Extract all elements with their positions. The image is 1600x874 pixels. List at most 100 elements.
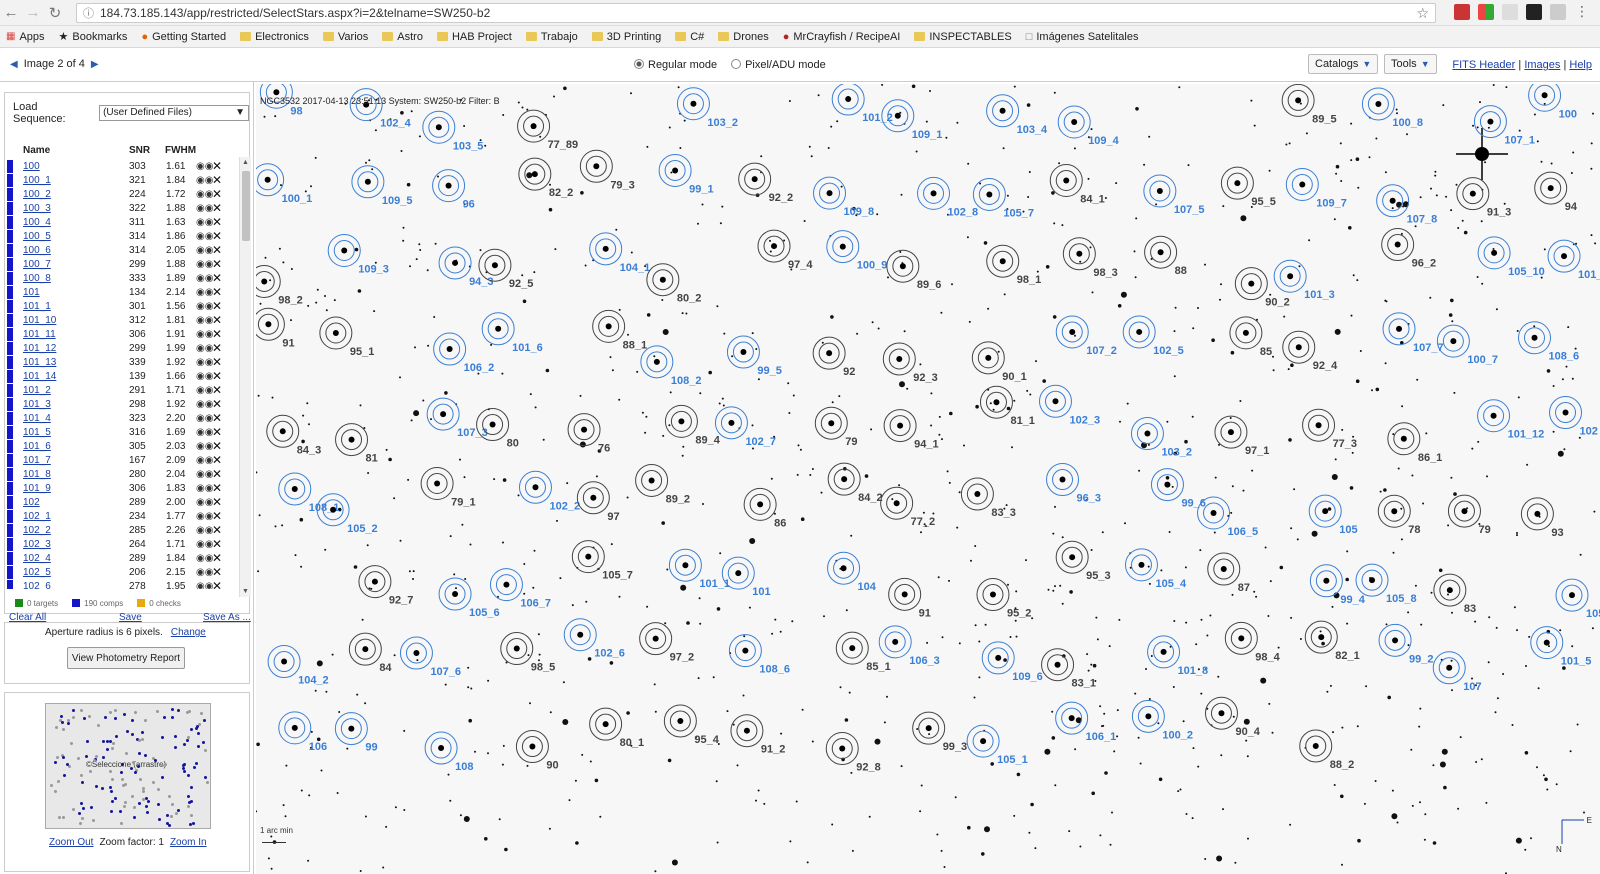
star-name-link[interactable]: 101_12 — [23, 343, 56, 354]
check-star-marker[interactable]: 90_4 — [1204, 696, 1261, 738]
binoculars-icon[interactable]: ◉◉ — [196, 231, 213, 242]
view-photometry-report-button[interactable]: View Photometry Report — [67, 647, 185, 669]
star-list-scrollbar[interactable]: ▲ ▼ — [239, 157, 251, 597]
comp-star-marker[interactable]: 105_4 — [1124, 548, 1187, 590]
star-name-link[interactable]: 101_2 — [23, 385, 51, 396]
star-name-link[interactable]: 100_4 — [23, 217, 51, 228]
check-star-marker[interactable]: 77_89 — [517, 109, 579, 151]
comp-star-marker[interactable]: 104 — [827, 551, 877, 593]
star-name-link[interactable]: 101_9 — [23, 483, 51, 494]
comp-star-marker[interactable]: 107_5 — [1143, 174, 1205, 216]
remove-star-icon[interactable]: ✕ — [212, 509, 222, 523]
comp-star-marker[interactable]: 99 — [334, 712, 378, 754]
comp-star-marker[interactable]: 102_4 — [349, 88, 412, 130]
check-star-marker[interactable]: 79_1 — [420, 466, 476, 508]
star-name-link[interactable]: 100_3 — [23, 203, 51, 214]
comp-star-marker[interactable]: 102_7 — [714, 406, 776, 448]
forward-icon[interactable]: → — [22, 2, 44, 24]
check-star-marker[interactable]: 88 — [1144, 235, 1187, 277]
star-name-link[interactable]: 100_5 — [23, 231, 51, 242]
binoculars-icon[interactable]: ◉◉ — [196, 427, 213, 438]
check-star-marker[interactable]: 82_1 — [1304, 620, 1360, 662]
bookmark-astro[interactable]: Astro — [382, 31, 423, 43]
remove-star-icon[interactable]: ✕ — [212, 271, 222, 285]
binoculars-icon[interactable]: ◉◉ — [196, 441, 213, 452]
check-star-marker[interactable]: 98_2 — [256, 264, 303, 306]
remove-star-icon[interactable]: ✕ — [212, 187, 222, 201]
zoom-out-link[interactable]: Zoom Out — [49, 837, 93, 848]
remove-star-icon[interactable]: ✕ — [212, 565, 222, 579]
comp-star-marker[interactable]: 106_7 — [489, 568, 551, 610]
star-name-link[interactable]: 102_4 — [23, 553, 51, 564]
remove-star-icon[interactable]: ✕ — [212, 453, 222, 467]
comp-star-marker[interactable]: 101_2 — [831, 84, 893, 124]
extension-amazon-icon[interactable] — [1526, 4, 1542, 20]
binoculars-icon[interactable]: ◉◉ — [196, 175, 213, 186]
check-star-marker[interactable]: 94_1 — [883, 409, 939, 451]
bookmark-hab-project[interactable]: HAB Project — [436, 31, 512, 43]
remove-star-icon[interactable]: ✕ — [212, 579, 222, 589]
binoculars-icon[interactable]: ◉◉ — [196, 315, 213, 326]
comp-star-marker[interactable]: 106_2 — [433, 332, 495, 374]
back-icon[interactable]: ← — [0, 2, 22, 24]
finder-chart-map[interactable]: ©Seleccione (arrastre) — [45, 703, 211, 829]
check-star-marker[interactable]: 97_1 — [1214, 415, 1269, 457]
extension-page-icon[interactable] — [1502, 4, 1518, 20]
star-name-link[interactable]: 101_1 — [23, 301, 51, 312]
comp-star-marker[interactable]: 101_5 — [1530, 626, 1592, 668]
star-name-link[interactable]: 102_2 — [23, 525, 51, 536]
check-star-marker[interactable]: 89_6 — [886, 249, 941, 291]
binoculars-icon[interactable]: ◉◉ — [196, 567, 213, 578]
comp-star-marker[interactable]: 105_10 — [1477, 236, 1545, 278]
check-star-marker[interactable]: 77_2 — [880, 486, 935, 528]
star-name-link[interactable]: 102_3 — [23, 539, 51, 550]
bookmark-varios[interactable]: Varios — [322, 31, 368, 43]
remove-star-icon[interactable]: ✕ — [212, 341, 222, 355]
binoculars-icon[interactable]: ◉◉ — [196, 581, 213, 590]
comp-star-marker[interactable]: 101_8 — [1147, 635, 1209, 677]
comp-star-marker[interactable]: 100_8 — [1361, 87, 1423, 129]
check-star-marker[interactable]: 83_1 — [1041, 648, 1096, 690]
check-star-marker[interactable]: 92_3 — [882, 342, 938, 384]
check-star-marker[interactable]: 97_4 — [757, 229, 813, 271]
binoculars-icon[interactable]: ◉◉ — [196, 343, 213, 354]
bookmark-bookmarks[interactable]: ★ Bookmarks — [59, 30, 128, 44]
prev-image-icon[interactable]: ◀ — [10, 59, 18, 70]
comp-star-marker[interactable]: 101_3 — [1273, 259, 1335, 301]
remove-star-icon[interactable]: ✕ — [212, 229, 222, 243]
comp-star-marker[interactable]: 106_5 — [1197, 496, 1259, 538]
check-star-marker[interactable]: 86 — [743, 487, 786, 529]
check-star-marker[interactable]: 84 — [348, 632, 392, 674]
binoculars-icon[interactable]: ◉◉ — [196, 203, 213, 214]
address-bar[interactable]: ⓘ 184.73.185.143/app/restricted/SelectSt… — [76, 3, 1436, 23]
check-star-marker[interactable]: 82_2 — [518, 157, 573, 199]
check-star-marker[interactable]: 97_2 — [639, 622, 694, 664]
check-star-marker[interactable]: 89_4 — [664, 404, 721, 446]
star-name-link[interactable]: 101_11 — [23, 329, 56, 340]
comp-star-marker[interactable]: 109_3 — [327, 233, 389, 275]
binoculars-icon[interactable]: ◉◉ — [196, 385, 213, 396]
check-star-marker[interactable]: 79 — [814, 406, 858, 448]
binoculars-icon[interactable]: ◉◉ — [196, 469, 213, 480]
comp-star-marker[interactable]: 108_1 — [278, 472, 340, 514]
check-star-marker[interactable]: 90 — [515, 730, 559, 772]
info-icon[interactable]: ⓘ — [83, 5, 94, 21]
binoculars-icon[interactable]: ◉◉ — [196, 259, 213, 270]
check-star-marker[interactable]: 91_2 — [730, 714, 785, 756]
bookmark-imagenes-satelitales[interactable]: □ Imágenes Satelitales — [1026, 31, 1139, 43]
check-star-marker[interactable]: 90_2 — [1234, 267, 1290, 309]
comp-star-marker[interactable]: 96_3 — [1046, 463, 1101, 505]
binoculars-icon[interactable]: ◉◉ — [196, 273, 213, 284]
bookmark-star-icon[interactable]: ☆ — [1416, 5, 1429, 22]
comp-star-marker[interactable]: 103_2 — [1130, 417, 1192, 459]
binoculars-icon[interactable]: ◉◉ — [196, 399, 213, 410]
remove-star-icon[interactable]: ✕ — [212, 355, 222, 369]
comp-star-marker[interactable]: 100_9 — [826, 230, 888, 272]
star-name-link[interactable]: 100_1 — [23, 175, 51, 186]
comp-star-marker[interactable]: 99_5 — [726, 335, 782, 377]
star-name-link[interactable]: 100 — [23, 161, 40, 172]
remove-star-icon[interactable]: ✕ — [212, 327, 222, 341]
check-star-marker[interactable]: 105_7 — [571, 540, 633, 582]
remove-star-icon[interactable]: ✕ — [212, 397, 222, 411]
comp-star-marker[interactable]: 105_8 — [1355, 563, 1417, 605]
